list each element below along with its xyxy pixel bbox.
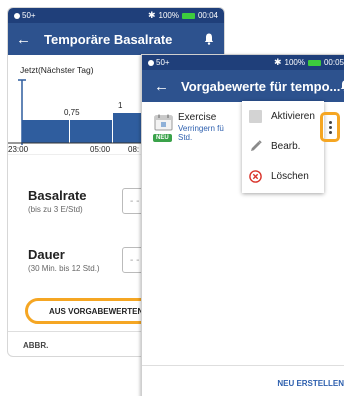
menu-item-edit-label: Bearb. bbox=[271, 140, 301, 152]
preset-description: Verringern fü Std. bbox=[178, 124, 230, 142]
battery-icon bbox=[181, 12, 195, 19]
preset-description-line-1: Verringern fü bbox=[178, 124, 224, 133]
status-time: 00:04 bbox=[197, 11, 218, 20]
from-presets-button[interactable]: AUS VORGABEWERTEN bbox=[25, 298, 159, 324]
dauer-label: Dauer bbox=[28, 247, 65, 262]
bluetooth-icon: ✱ bbox=[273, 57, 282, 67]
bell-icon[interactable] bbox=[202, 33, 216, 45]
from-presets-label: AUS VORGABEWERTEN bbox=[49, 306, 144, 316]
status-time: 00:05 bbox=[323, 58, 344, 67]
page-title: Vorgabewerte für tempo... bbox=[181, 78, 341, 94]
page-title: Temporäre Basalrate bbox=[44, 31, 173, 47]
dauer-hint: (30 Min. bis 12 Std.) bbox=[28, 264, 100, 273]
chart-segment-2 bbox=[70, 120, 112, 143]
basalrate-hint: (bis zu 3 E/Std) bbox=[28, 205, 83, 214]
context-menu: Aktivieren Bearb. Löschen bbox=[242, 101, 324, 193]
preset-description-line-2: Std. bbox=[178, 133, 193, 142]
menu-item-edit[interactable]: Bearb. bbox=[242, 131, 324, 161]
battery-percent: 100% bbox=[284, 58, 305, 67]
bluetooth-icon: ✱ bbox=[147, 10, 156, 20]
create-new-button[interactable]: NEU ERSTELLEN bbox=[277, 379, 344, 388]
cancel-button[interactable]: ABBR. bbox=[23, 341, 48, 350]
menu-item-activate[interactable]: Aktivieren bbox=[242, 101, 324, 131]
back-arrow-icon[interactable]: ← bbox=[154, 78, 169, 95]
kebab-menu-icon bbox=[328, 120, 332, 135]
status-indicator-icon bbox=[148, 59, 154, 66]
delete-circle-icon bbox=[249, 169, 262, 183]
preset-name: Exercise bbox=[178, 112, 217, 123]
menu-item-activate-label: Aktivieren bbox=[271, 110, 315, 122]
status-left-text: 50+ bbox=[22, 11, 36, 20]
basalrate-label: Basalrate bbox=[28, 188, 87, 203]
app-bar: ← Vorgabewerte für tempo... bbox=[142, 70, 344, 102]
status-indicator-icon bbox=[14, 12, 20, 19]
battery-percent: 100% bbox=[158, 11, 179, 20]
back-arrow-icon[interactable]: ← bbox=[16, 31, 36, 48]
menu-item-delete-label: Löschen bbox=[271, 170, 309, 182]
battery-icon bbox=[307, 59, 321, 66]
pencil-icon bbox=[249, 140, 262, 153]
status-bar: 50+ ✱ 100% 00:04 bbox=[8, 8, 224, 23]
chart-tick-3: 08: bbox=[128, 145, 140, 154]
menu-item-delete[interactable]: Löschen bbox=[242, 161, 324, 191]
new-badge: NEU bbox=[153, 134, 172, 142]
checkbox-icon bbox=[249, 109, 262, 123]
status-left-text: 50+ bbox=[156, 58, 170, 67]
chart-segment-1 bbox=[22, 120, 69, 143]
front-footer: NEU ERSTELLEN bbox=[142, 365, 344, 396]
calendar-icon bbox=[154, 114, 173, 131]
overflow-menu-button[interactable] bbox=[320, 112, 340, 142]
status-bar: 50+ ✱ 100% 00:05 bbox=[142, 55, 344, 70]
app-bar: ← Temporäre Basalrate bbox=[8, 23, 224, 55]
chart-value-1: 0,75 bbox=[64, 108, 80, 117]
bell-icon[interactable] bbox=[340, 80, 344, 92]
front-screen: 50+ ✱ 100% 00:05 ← Vorgabewerte für temp… bbox=[141, 54, 344, 396]
chart-value-2: 1 bbox=[118, 101, 123, 110]
chart-tick-1: 23:00 bbox=[8, 145, 29, 154]
chart-tick-2: 05:00 bbox=[90, 145, 111, 154]
